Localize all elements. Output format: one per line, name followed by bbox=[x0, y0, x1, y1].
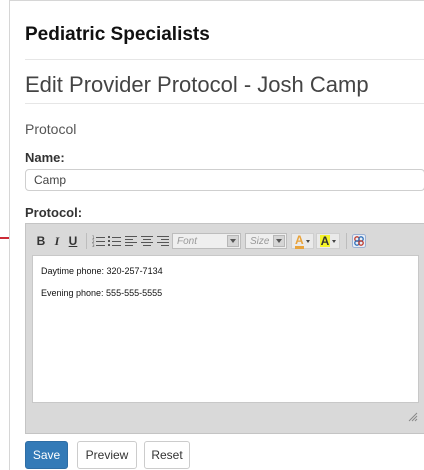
background-color-button[interactable]: A bbox=[315, 233, 341, 249]
save-button[interactable]: Save bbox=[25, 441, 68, 469]
underline-button[interactable]: U bbox=[66, 232, 80, 250]
align-left-icon[interactable] bbox=[124, 232, 138, 250]
accent-marker bbox=[0, 237, 9, 239]
toolbar-separator bbox=[86, 233, 87, 249]
protocol-label: Protocol: bbox=[25, 205, 83, 220]
ordered-list-icon[interactable]: 1 2 3 bbox=[92, 232, 106, 250]
org-title: Pediatric Specialists bbox=[25, 24, 210, 45]
page-title: Edit Provider Protocol - Josh Camp bbox=[25, 72, 369, 97]
frame-border-top bbox=[9, 0, 424, 1]
editor-content-area[interactable]: Daytime phone: 320-257-7134 Evening phon… bbox=[32, 255, 419, 403]
text-color-icon: A bbox=[295, 232, 304, 249]
divider bbox=[25, 103, 424, 104]
editor-toolbar: B I U 1 2 3 Font Size A A bbox=[34, 231, 368, 251]
align-center-icon[interactable] bbox=[140, 232, 154, 250]
chevron-down-icon bbox=[273, 235, 285, 247]
bold-button[interactable]: B bbox=[34, 232, 48, 250]
name-label: Name: bbox=[25, 150, 65, 165]
svg-text:3: 3 bbox=[92, 243, 95, 247]
toolbar-separator bbox=[346, 233, 348, 249]
reset-button[interactable]: Reset bbox=[144, 441, 190, 469]
text-color-button[interactable]: A bbox=[291, 233, 314, 249]
align-right-icon[interactable] bbox=[156, 232, 170, 250]
section-title: Protocol bbox=[25, 121, 77, 137]
resize-grip-icon[interactable] bbox=[408, 409, 418, 427]
divider bbox=[25, 59, 424, 60]
size-select[interactable]: Size bbox=[245, 233, 287, 249]
chevron-down-icon bbox=[305, 239, 310, 243]
preview-button[interactable]: Preview bbox=[77, 441, 137, 469]
frame-border-left bbox=[9, 0, 10, 470]
unordered-list-icon[interactable] bbox=[108, 232, 122, 250]
font-select-label: Font bbox=[177, 235, 198, 247]
font-select[interactable]: Font bbox=[172, 233, 241, 249]
editor-content-line: Daytime phone: 320-257-7134 bbox=[41, 266, 163, 276]
name-input[interactable] bbox=[25, 169, 424, 191]
size-select-label: Size bbox=[250, 235, 270, 247]
rich-text-editor: B I U 1 2 3 Font Size A A Daytime phone:… bbox=[25, 223, 424, 434]
italic-button[interactable]: I bbox=[50, 232, 64, 250]
chevron-down-icon bbox=[227, 235, 239, 247]
source-toggle-icon[interactable] bbox=[352, 232, 367, 250]
background-color-icon: A bbox=[319, 234, 331, 248]
chevron-down-icon bbox=[332, 239, 337, 243]
editor-content-line: Evening phone: 555-555-5555 bbox=[41, 288, 163, 298]
